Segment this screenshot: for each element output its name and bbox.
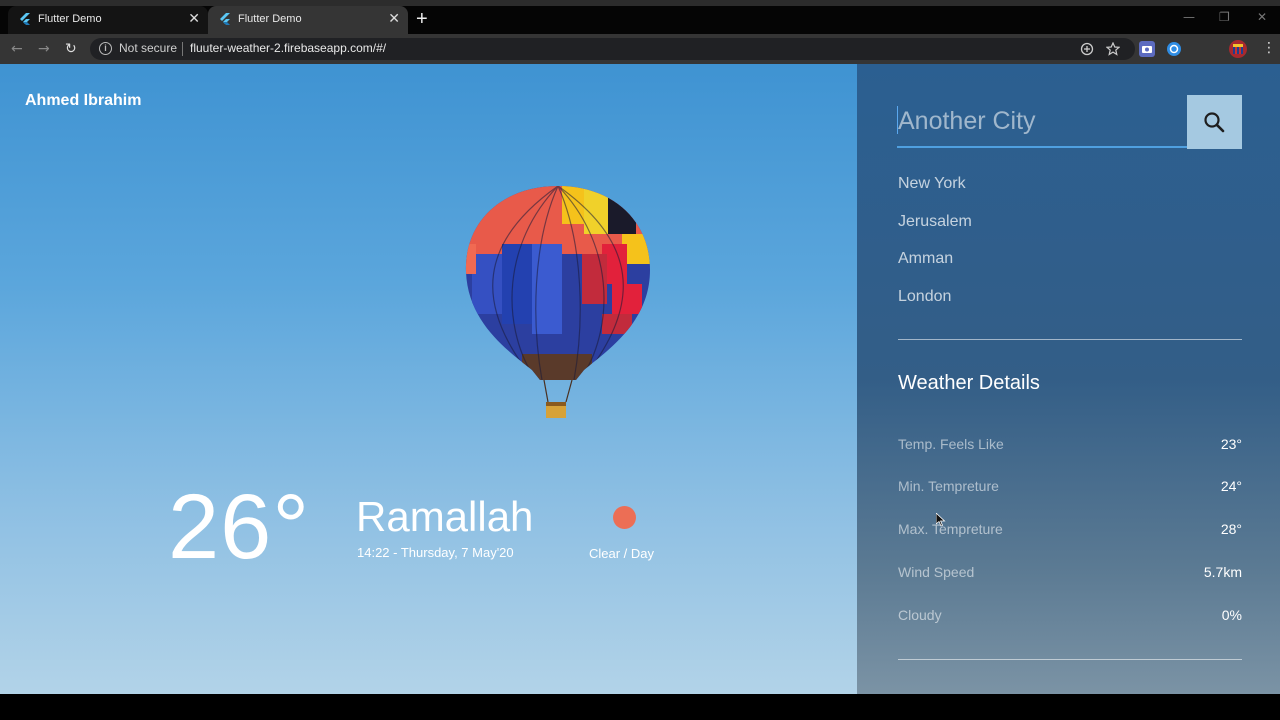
- info-icon[interactable]: i: [99, 42, 112, 55]
- side-panel: Another City New York Jerusalem Amman Lo…: [857, 64, 1280, 694]
- detail-label: Cloudy: [898, 607, 942, 623]
- profile-avatar-icon[interactable]: [1229, 40, 1247, 58]
- flutter-favicon-icon: [20, 13, 30, 25]
- omnibox-separator: [182, 42, 183, 56]
- browser-toolbar: ← → ↻ i Not secure fluuter-weather-2.fir…: [0, 34, 1280, 64]
- weather-condition: Clear / Day: [589, 546, 655, 561]
- new-tab-button[interactable]: +: [416, 8, 428, 30]
- browser-menu-icon[interactable]: ⋮: [1262, 40, 1276, 56]
- address-bar[interactable]: i Not secure fluuter-weather-2.firebasea…: [90, 38, 1135, 60]
- divider: [898, 659, 1242, 660]
- detail-value: 5.7km: [1203, 564, 1242, 580]
- divider: [898, 339, 1242, 340]
- user-name: Ahmed Ibrahim: [25, 92, 142, 109]
- tab-title: Flutter Demo: [238, 13, 302, 25]
- detail-value: 23°: [1220, 436, 1242, 452]
- weather-app: Ahmed Ibrahim 26° Ramallah 14:22 - Thurs…: [0, 64, 1280, 694]
- browser-tab-strip: Flutter Demo ✕ Flutter Demo ✕ + — ❐ ✕: [0, 0, 1280, 34]
- city-item-new-york[interactable]: New York: [898, 175, 966, 193]
- browser-tab-2-active[interactable]: Flutter Demo ✕: [208, 6, 408, 34]
- back-button[interactable]: ←: [11, 40, 23, 58]
- city-item-london[interactable]: London: [898, 288, 951, 306]
- detail-label: Min. Tempreture: [898, 478, 999, 494]
- sky-background: Ahmed Ibrahim 26° Ramallah 14:22 - Thurs…: [0, 64, 857, 694]
- add-circle-icon[interactable]: [1080, 42, 1094, 56]
- detail-row-wind-speed: Wind Speed 5.7km: [898, 564, 1242, 584]
- minimize-window-button[interactable]: —: [1183, 10, 1195, 24]
- detail-label: Max. Tempreture: [898, 521, 1003, 537]
- detail-value: 24°: [1220, 478, 1242, 494]
- forward-button[interactable]: →: [38, 40, 50, 58]
- detail-row-cloudy: Cloudy 0%: [898, 607, 1242, 627]
- tab-title: Flutter Demo: [38, 13, 102, 25]
- weather-details-title: Weather Details: [898, 372, 1040, 394]
- current-temperature: 26°: [168, 476, 311, 578]
- hot-air-balloon-icon: [465, 186, 650, 418]
- weather-condition-icon: [613, 506, 636, 529]
- security-status[interactable]: Not secure: [119, 41, 177, 55]
- detail-value: 28°: [1220, 521, 1242, 537]
- mouse-cursor-icon: [936, 513, 946, 527]
- close-window-button[interactable]: ✕: [1257, 10, 1267, 24]
- current-datetime: 14:22 - Thursday, 7 May'20: [357, 545, 514, 560]
- city-search-input[interactable]: Another City: [897, 95, 1187, 148]
- flutter-favicon-icon: [220, 13, 230, 25]
- detail-label: Temp. Feels Like: [898, 436, 1004, 452]
- restore-window-button[interactable]: ❐: [1219, 10, 1230, 24]
- camera-extension-icon[interactable]: [1139, 41, 1155, 57]
- reload-button[interactable]: ↻: [65, 40, 77, 58]
- detail-row-feels-like: Temp. Feels Like 23°: [898, 436, 1242, 456]
- star-icon[interactable]: [1106, 42, 1120, 56]
- browser-tab-1[interactable]: Flutter Demo ✕: [8, 6, 208, 34]
- detail-value: 0%: [1221, 607, 1242, 623]
- tab-close-icon[interactable]: ✕: [188, 10, 200, 27]
- bottom-letterbox: [0, 694, 1280, 720]
- tab-close-icon[interactable]: ✕: [388, 10, 400, 27]
- city-item-amman[interactable]: Amman: [898, 250, 953, 268]
- current-city: Ramallah: [356, 493, 534, 540]
- search-button[interactable]: [1187, 95, 1242, 149]
- search-icon: [1204, 112, 1225, 133]
- detail-row-max-temp: Max. Tempreture 28°: [898, 521, 1242, 541]
- city-item-jerusalem[interactable]: Jerusalem: [898, 213, 972, 231]
- detail-row-min-temp: Min. Tempreture 24°: [898, 478, 1242, 498]
- edge-extension-icon[interactable]: [1166, 41, 1182, 57]
- search-placeholder: Another City: [898, 107, 1036, 135]
- url-text[interactable]: fluuter-weather-2.firebaseapp.com/#/: [190, 41, 386, 55]
- detail-label: Wind Speed: [898, 564, 975, 580]
